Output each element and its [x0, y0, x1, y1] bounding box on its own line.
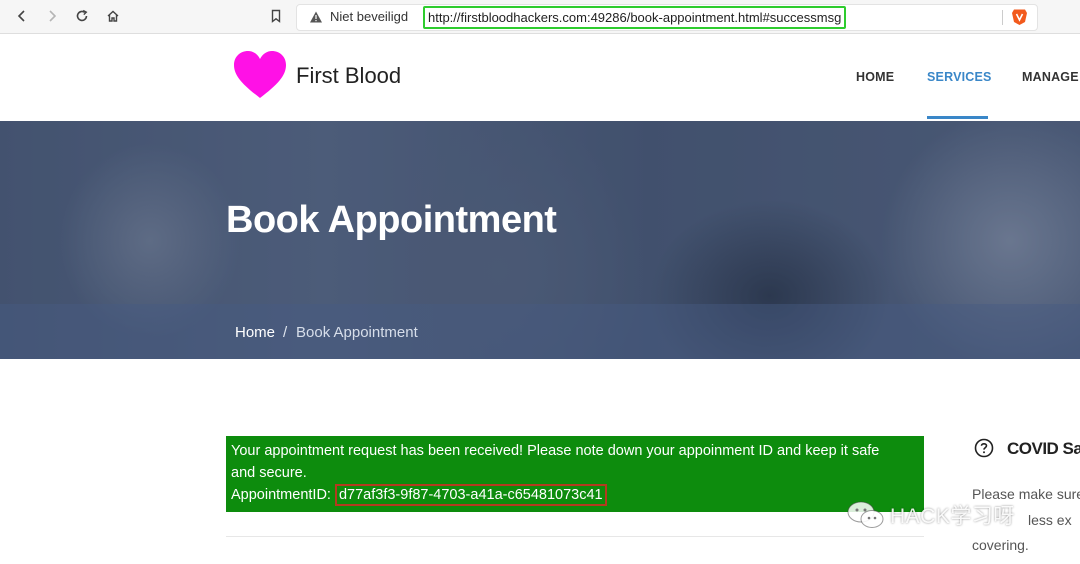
- success-text-line1: Your appointment request has been receiv…: [231, 443, 880, 459]
- appointment-id-value: d77af3f3-9f87-4703-a41a-c65481073c41: [334, 484, 607, 506]
- address-bar-divider: [1002, 10, 1003, 25]
- page-title: Book Appointment: [226, 199, 557, 241]
- heart-logo-icon[interactable]: [233, 50, 287, 100]
- bookmark-icon[interactable]: [266, 6, 286, 26]
- nav-manage[interactable]: MANAGE A: [1022, 70, 1080, 84]
- watermark-text: HACK学习呀: [890, 505, 1015, 528]
- nav-home[interactable]: HOME: [856, 70, 894, 84]
- content-divider: [226, 536, 924, 537]
- breadcrumb: Home / Book Appointment: [0, 304, 1080, 359]
- active-nav-indicator: [927, 116, 988, 119]
- forward-icon[interactable]: [42, 6, 62, 26]
- reload-icon[interactable]: [72, 6, 92, 26]
- appointment-id-label: AppointmentID:: [231, 487, 335, 503]
- brave-icon[interactable]: [1011, 8, 1028, 26]
- address-bar[interactable]: Niet beveiligd http://firstbloodhackers.…: [296, 4, 1038, 31]
- wechat-icon: [847, 501, 884, 528]
- browser-toolbar: Niet beveiligd http://firstbloodhackers.…: [0, 0, 1080, 34]
- success-message: Your appointment request has been receiv…: [226, 436, 924, 512]
- breadcrumb-current: Book Appointment: [296, 324, 418, 341]
- watermark: HACK学习呀: [846, 498, 1015, 532]
- hero-banner: Book Appointment Home / Book Appointment: [0, 121, 1080, 359]
- nav-services[interactable]: SERVICES: [927, 70, 992, 84]
- sidebar-title: COVID Sa: [1007, 439, 1080, 458]
- breadcrumb-separator: /: [283, 324, 288, 341]
- security-label[interactable]: Niet beveiligd: [330, 9, 408, 24]
- site-header: First Blood HOME SERVICES MANAGE A: [0, 34, 1080, 121]
- breadcrumb-home-link[interactable]: Home: [235, 324, 275, 341]
- brand-name[interactable]: First Blood: [296, 63, 401, 89]
- warning-icon[interactable]: [309, 10, 323, 24]
- home-icon[interactable]: [103, 6, 123, 26]
- success-text-line2: and secure.: [231, 465, 307, 481]
- url-text[interactable]: http://firstbloodhackers.com:49286/book-…: [423, 6, 847, 29]
- sidebar-text-line: covering.: [972, 537, 1029, 553]
- help-circle-icon: [974, 438, 994, 458]
- appointment-id-row: AppointmentID: d77af3f3-9f87-4703-a41a-c…: [231, 484, 607, 506]
- back-icon[interactable]: [12, 6, 32, 26]
